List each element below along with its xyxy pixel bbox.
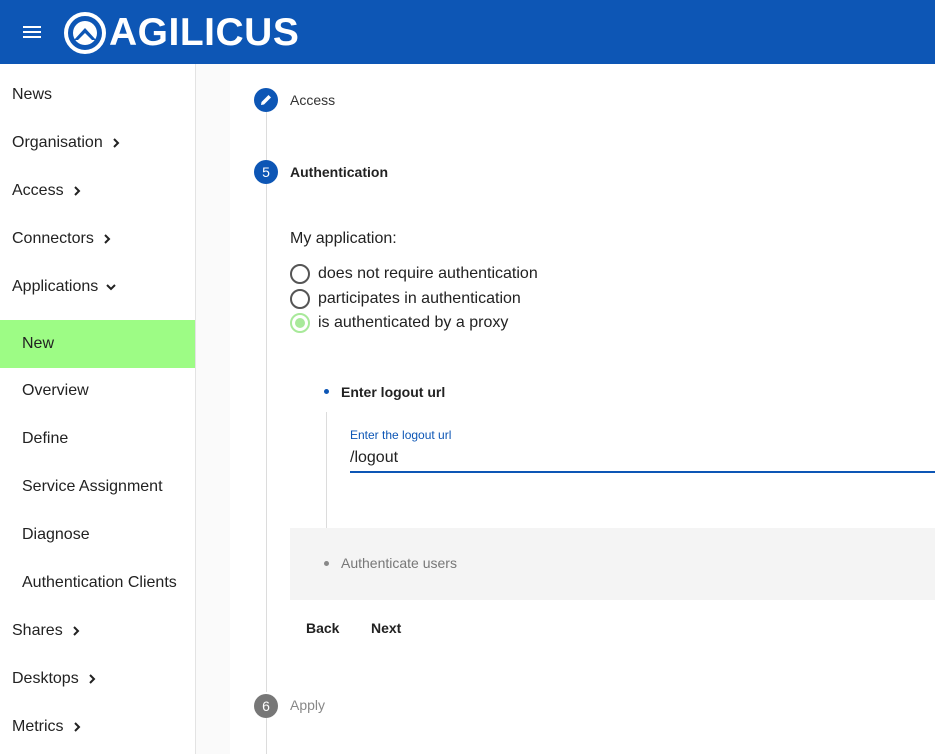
radio-no-auth[interactable]: does not require authentication	[290, 263, 538, 285]
sidebar-item-label: Diagnose	[22, 526, 90, 543]
stepper-connector	[266, 184, 267, 692]
sidebar-item-label: Define	[22, 430, 69, 447]
radio-proxy[interactable]: is authenticated by a proxy	[290, 312, 508, 334]
stepper-connector	[266, 718, 267, 754]
next-button[interactable]: Next	[355, 614, 417, 642]
chevron-right-icon	[104, 234, 111, 244]
substep-connector	[326, 412, 327, 544]
step-apply-number: 6	[254, 694, 278, 718]
sidebar-item-overview[interactable]: Overview	[0, 367, 195, 415]
sidebar-item-diagnose[interactable]: Diagnose	[0, 511, 195, 559]
step-auth-label: Authentication	[290, 164, 388, 180]
step-access-label[interactable]: Access	[290, 92, 335, 108]
substep-users-title[interactable]: Authenticate users	[341, 555, 457, 571]
sidebar-item-label: Shares	[12, 622, 63, 639]
sidebar-item-applications[interactable]: Applications	[0, 263, 195, 311]
sidebar-item-label: Connectors	[12, 230, 94, 247]
radio-button-unchecked[interactable]	[290, 264, 310, 284]
step-access-icon[interactable]	[254, 88, 278, 112]
logout-url-label: Enter the logout url	[350, 428, 452, 442]
sidebar-item-access[interactable]: Access	[0, 167, 195, 215]
step-auth-number: 5	[254, 160, 278, 184]
chevron-right-icon	[72, 626, 80, 636]
pencil-edit-icon	[261, 95, 271, 105]
sidebar-item-label: New	[22, 335, 55, 352]
hamburger-menu-icon[interactable]	[23, 26, 41, 39]
brand-name: AGILICUS	[109, 11, 300, 54]
sidebar-item-label: Overview	[22, 382, 89, 399]
sidebar-item-authentication-clients[interactable]: Authentication Clients	[0, 559, 195, 607]
substep-bullet-icon	[324, 389, 329, 394]
substep-bullet-icon	[324, 561, 329, 566]
sidebar-item-news[interactable]: News	[0, 71, 195, 119]
brand-logo[interactable]: AGILICUS	[63, 11, 299, 55]
sidebar-item-label: Service Assignment	[22, 478, 163, 495]
stepper-connector	[266, 112, 267, 160]
radio-button-unchecked[interactable]	[290, 289, 310, 309]
sidebar-item-new[interactable]: New	[0, 320, 195, 368]
logout-url-input[interactable]	[350, 445, 935, 473]
agilicus-logo-icon	[64, 12, 106, 54]
chevron-right-icon	[73, 722, 80, 732]
sidebar-item-label: Organisation	[12, 134, 103, 151]
sidebar-item-label: Desktops	[12, 670, 79, 687]
radio-participates[interactable]: participates in authentication	[290, 288, 521, 310]
sidebar-item-label: Applications	[12, 278, 99, 295]
sidebar-item-metrics[interactable]: Metrics	[0, 703, 195, 751]
radio-button-checked[interactable]	[290, 313, 310, 333]
sidebar-item-label: Metrics	[12, 718, 64, 735]
sidebar-item-label: News	[12, 86, 53, 103]
radio-label: does not require authentication	[318, 265, 538, 282]
auth-question: My application:	[290, 230, 397, 247]
sidebar-item-label: Authentication Clients	[22, 574, 177, 591]
substep-logout-title[interactable]: Enter logout url	[341, 384, 445, 400]
top-app-bar: AGILICUS	[0, 0, 935, 64]
chevron-right-icon	[88, 674, 96, 684]
chevron-right-icon	[73, 186, 80, 196]
sidebar-item-connectors[interactable]: Connectors	[0, 215, 195, 263]
sidebar-item-shares[interactable]: Shares	[0, 607, 195, 655]
radio-label: participates in authentication	[318, 290, 521, 307]
sidebar-item-organisation[interactable]: Organisation	[0, 119, 195, 167]
chevron-down-icon	[106, 284, 116, 291]
sidebar-item-service-assignment[interactable]: Service Assignment	[0, 463, 195, 511]
chevron-right-icon	[113, 138, 120, 148]
sidebar-item-define[interactable]: Define	[0, 415, 195, 463]
step-apply-label[interactable]: Apply	[290, 697, 325, 713]
sidebar-item-desktops[interactable]: Desktops	[0, 655, 195, 703]
sidebar: News Organisation Access Connectors Appl…	[0, 64, 196, 754]
back-button[interactable]: Back	[290, 614, 355, 642]
radio-label: is authenticated by a proxy	[318, 314, 509, 331]
sidebar-item-label: Access	[12, 182, 64, 199]
